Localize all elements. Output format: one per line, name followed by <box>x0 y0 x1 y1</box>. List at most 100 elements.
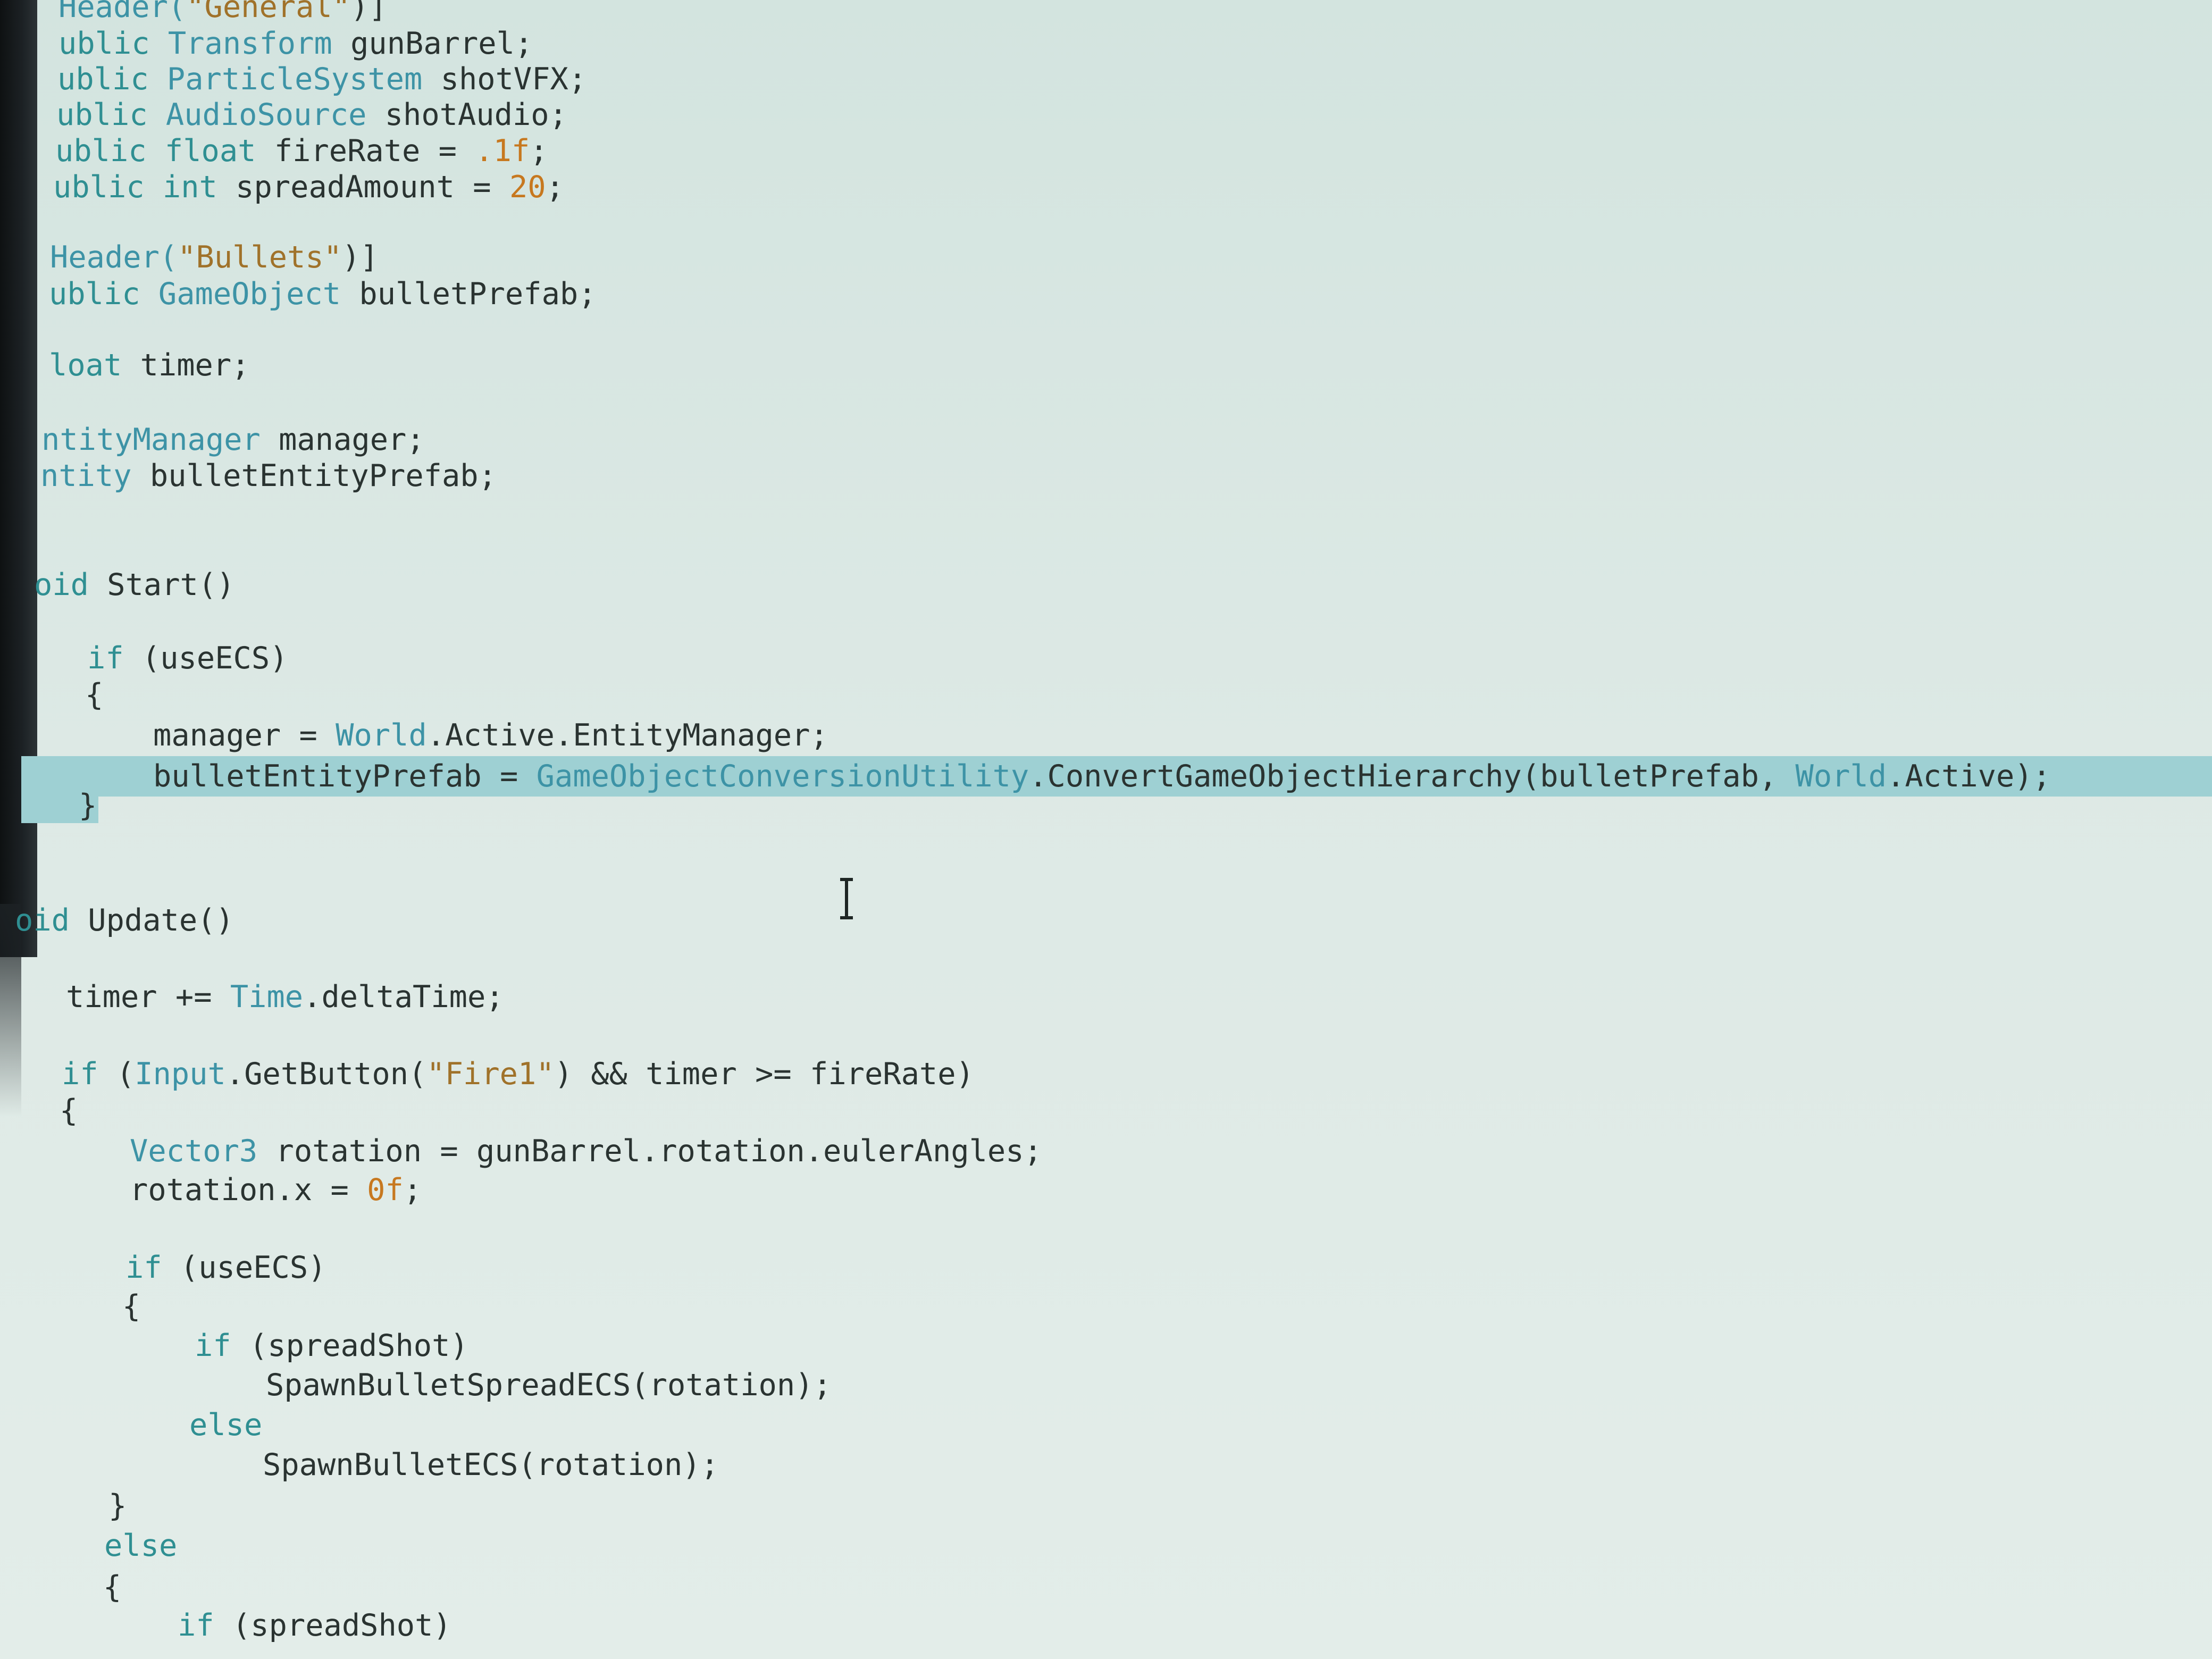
code-line[interactable]: ublic AudioSource shotAudio; <box>56 96 567 133</box>
code-token: .ConvertGameObjectHierarchy(bulletPrefab… <box>1029 759 1796 794</box>
code-token: else <box>189 1407 263 1443</box>
code-line[interactable]: oid Start() <box>34 566 235 604</box>
code-token: (useECS) <box>162 1250 326 1285</box>
code-token: { <box>122 1289 141 1324</box>
code-line[interactable]: timer += Time.deltaTime; <box>66 978 504 1016</box>
code-token: Transform <box>167 26 332 61</box>
code-token: "Bullets" <box>178 240 342 275</box>
code-token: int <box>162 170 217 205</box>
code-token: if <box>62 1057 98 1092</box>
code-token: shotVFX; <box>422 62 587 97</box>
code-token: loat <box>49 348 122 383</box>
code-token: GameObject <box>158 276 341 312</box>
code-token: gunBarrel; <box>332 26 533 61</box>
code-token: Vector3 <box>130 1134 258 1169</box>
code-token: ntity <box>40 458 132 493</box>
code-line[interactable]: { <box>103 1569 121 1606</box>
code-token: ) && timer >= fireRate) <box>554 1057 974 1092</box>
code-token: bulletEntityPrefab; <box>131 458 497 493</box>
code-line[interactable]: loat timer; <box>49 347 250 384</box>
code-token: ublic <box>55 133 165 169</box>
code-token: spreadAmount = <box>217 170 509 205</box>
code-line[interactable]: } <box>108 1487 127 1524</box>
code-token: manager; <box>260 422 425 457</box>
code-token: manager = <box>153 718 336 753</box>
code-token: World <box>336 718 427 753</box>
code-line[interactable]: if (Input.GetButton("Fire1") && timer >=… <box>62 1055 974 1093</box>
code-line[interactable]: ublic Transform gunBarrel; <box>58 25 533 62</box>
code-token: Update() <box>69 903 234 938</box>
code-line[interactable]: ublic int spreadAmount = 20; <box>53 169 564 206</box>
code-editor[interactable]: Header("General")] ublic Transform gunBa… <box>0 0 2212 1659</box>
code-token: if <box>195 1328 231 1363</box>
code-line[interactable]: else <box>104 1527 177 1564</box>
code-line[interactable]: ublic ParticleSystem shotVFX; <box>57 61 586 98</box>
code-line[interactable]: ublic float fireRate = .1f; <box>55 132 548 170</box>
code-token: if <box>125 1250 162 1285</box>
code-token: if <box>87 641 124 676</box>
code-token: float <box>164 133 256 169</box>
code-line[interactable]: manager = World.Active.EntityManager; <box>153 717 828 754</box>
code-line[interactable]: rotation.x = 0f; <box>130 1171 422 1209</box>
text-cursor-icon <box>840 878 853 919</box>
code-token: ublic <box>49 276 158 312</box>
code-token: AudioSource <box>165 97 367 132</box>
code-token: ( <box>98 1057 135 1092</box>
code-token: rotation.x = <box>130 1172 367 1208</box>
code-token: World <box>1795 759 1887 794</box>
code-token: )] <box>342 240 379 275</box>
code-line[interactable]: bulletEntityPrefab = GameObjectConversio… <box>153 758 2051 795</box>
code-token: SpawnBulletSpreadECS(rotation); <box>266 1368 832 1403</box>
code-line[interactable]: Vector3 rotation = gunBarrel.rotation.eu… <box>130 1133 1042 1170</box>
code-token: "General" <box>186 0 351 24</box>
code-token: ublic <box>56 97 166 132</box>
code-line[interactable]: if (spreadShot) <box>178 1607 451 1644</box>
code-line[interactable]: { <box>122 1288 140 1325</box>
code-token: oid <box>34 567 89 602</box>
code-line[interactable]: oid Update() <box>15 902 234 939</box>
code-token: (useECS) <box>123 641 288 676</box>
code-token: (spreadShot) <box>214 1608 451 1643</box>
code-token: ublic <box>57 62 167 97</box>
code-token: "Fire1" <box>426 1057 555 1092</box>
code-token: { <box>103 1570 122 1605</box>
code-line[interactable]: if (useECS) <box>87 640 288 677</box>
code-token: 0f <box>367 1172 404 1208</box>
code-token: 20 <box>509 170 546 205</box>
code-token: ; <box>530 133 548 169</box>
code-token: timer += <box>66 979 230 1015</box>
code-line[interactable]: { <box>85 676 103 714</box>
code-line[interactable]: ublic GameObject bulletPrefab; <box>49 275 597 313</box>
code-token: SpawnBulletECS(rotation); <box>263 1447 719 1482</box>
code-line[interactable]: SpawnBulletECS(rotation); <box>263 1446 719 1484</box>
code-token: .Active); <box>1887 759 2051 794</box>
code-line[interactable]: if (spreadShot) <box>195 1327 468 1364</box>
code-line[interactable]: SpawnBulletSpreadECS(rotation); <box>266 1367 832 1404</box>
code-token: shotAudio; <box>366 97 567 132</box>
code-line[interactable]: { <box>60 1092 78 1129</box>
code-token: fireRate = <box>256 133 475 169</box>
code-line[interactable]: } <box>79 787 97 824</box>
code-token: ; <box>403 1172 422 1208</box>
code-token: timer; <box>122 348 250 383</box>
code-token: Start() <box>88 567 235 602</box>
code-line[interactable]: else <box>189 1406 262 1444</box>
code-token: ublic <box>53 170 163 205</box>
code-token: rotation = gunBarrel.rotation.eulerAngle… <box>257 1134 1042 1169</box>
code-line[interactable]: Header("General")] <box>58 0 387 26</box>
code-token: .Active.EntityManager; <box>426 718 828 753</box>
code-token: Time <box>230 979 304 1015</box>
code-line[interactable]: if (useECS) <box>125 1249 326 1286</box>
code-line[interactable]: ntity bulletEntityPrefab; <box>40 457 497 495</box>
code-token: (spreadShot) <box>231 1328 468 1363</box>
code-token: } <box>108 1488 127 1523</box>
code-token: ntityManager <box>41 422 261 457</box>
code-token: GameObjectConversionUtility <box>536 759 1029 794</box>
code-token: if <box>178 1608 214 1643</box>
code-token: Input <box>135 1057 226 1092</box>
monitor-screen: Header("General")] ublic Transform gunBa… <box>0 0 2212 1659</box>
code-line[interactable]: ntityManager manager; <box>41 421 425 458</box>
code-token: { <box>60 1093 78 1128</box>
code-line[interactable]: Header("Bullets")] <box>50 239 379 276</box>
code-token: } <box>79 788 97 823</box>
